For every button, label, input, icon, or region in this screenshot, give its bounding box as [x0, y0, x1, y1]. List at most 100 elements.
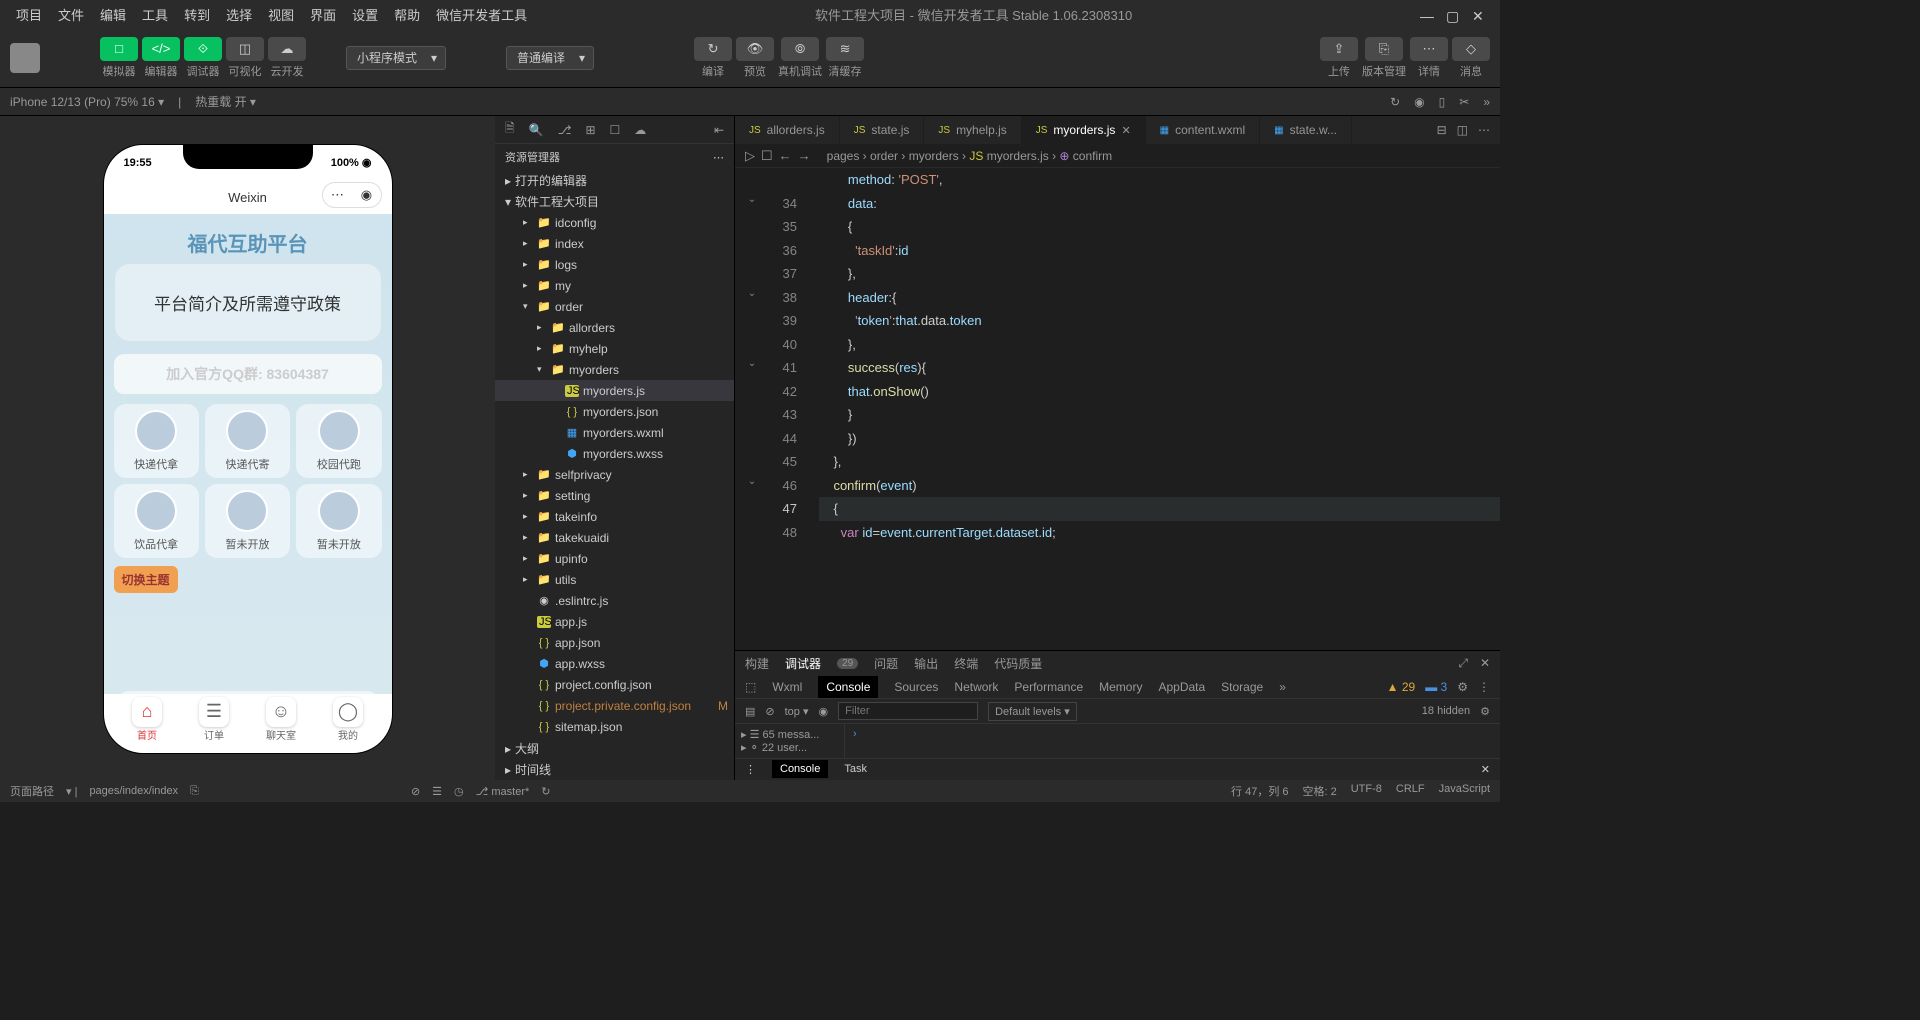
hot-reload[interactable]: 热重载 开 ▾: [195, 93, 256, 110]
encoding-info[interactable]: UTF-8: [1351, 783, 1382, 799]
theme-button[interactable]: 切换主题: [114, 566, 178, 593]
code-lines[interactable]: method: 'POST', data: { 'taskId':id }, h…: [809, 168, 1500, 650]
file-tree-item[interactable]: JSapp.js: [495, 611, 734, 632]
file-tree-item[interactable]: { }app.json: [495, 632, 734, 653]
expand-icon[interactable]: ⤢: [1458, 656, 1468, 671]
file-tree-item[interactable]: ▸📁utils: [495, 569, 734, 590]
service-cell[interactable]: 暂未开放: [205, 484, 290, 558]
settings-icon[interactable]: ⚙: [1480, 705, 1490, 718]
service-cell[interactable]: 校园代跑: [296, 404, 381, 478]
compile-select[interactable]: 普通编译: [506, 46, 594, 70]
menu-item[interactable]: 项目: [8, 5, 50, 24]
menu-item[interactable]: 工具: [134, 5, 176, 24]
editor-tab[interactable]: JSallorders.js: [735, 116, 840, 144]
drawer-menu-icon[interactable]: ⋮: [745, 763, 756, 776]
devtools-tab[interactable]: Performance: [1014, 680, 1083, 694]
clear-icon[interactable]: ⊘: [765, 705, 774, 718]
devtools-tab[interactable]: Storage: [1221, 680, 1263, 694]
service-cell[interactable]: 快递代拿: [114, 404, 199, 478]
devtools-tab[interactable]: AppData: [1158, 680, 1205, 694]
debug-tab[interactable]: 调试器: [785, 655, 821, 672]
menu-icon[interactable]: ⋮: [1478, 680, 1490, 694]
file-tree-item[interactable]: ▸📁idconfig: [495, 212, 734, 233]
console-output[interactable]: ›: [845, 724, 1500, 758]
phone-tab[interactable]: ◯我的: [333, 697, 363, 742]
compare-icon[interactable]: ⊟: [1437, 123, 1447, 137]
devtools-tab[interactable]: Network: [954, 680, 998, 694]
debug-tab[interactable]: 构建: [745, 655, 769, 672]
file-tree-item[interactable]: ▸📁takekuaidi: [495, 527, 734, 548]
mode-select[interactable]: 小程序模式: [346, 46, 446, 70]
toolbar-button[interactable]: ≋清缓存: [826, 37, 864, 79]
close-icon[interactable]: ✕: [1480, 656, 1490, 671]
open-editors-section[interactable]: ▸ 打开的编辑器: [495, 170, 734, 191]
toolbar-button[interactable]: </>编辑器: [142, 37, 180, 79]
capsule-button[interactable]: ⋯◉: [322, 182, 382, 208]
menu-item[interactable]: 视图: [260, 5, 302, 24]
bookmark-icon[interactable]: ☐: [761, 148, 773, 164]
toolbar-button[interactable]: ⦾真机调试: [778, 37, 822, 79]
git-branch[interactable]: ⎇ master*: [476, 785, 530, 798]
settings-icon[interactable]: ⚙: [1457, 680, 1468, 694]
file-tree-item[interactable]: ▸📁index: [495, 233, 734, 254]
devtools-tab[interactable]: Sources: [894, 680, 938, 694]
timeline-section[interactable]: ▸ 时间线: [495, 759, 734, 780]
toolbar-button[interactable]: ⇪上传: [1320, 37, 1358, 79]
drawer-tab[interactable]: Console: [772, 760, 828, 778]
split-icon[interactable]: ◫: [1457, 123, 1468, 137]
drawer-tab[interactable]: Task: [844, 763, 867, 775]
code-area[interactable]: ⌄⌄⌄⌄ 343536373839404142434445464748 meth…: [735, 168, 1500, 650]
file-tree-item[interactable]: ⬢app.wxss: [495, 653, 734, 674]
run-icon[interactable]: ▷: [745, 148, 755, 164]
devtools-tab[interactable]: Memory: [1099, 680, 1142, 694]
inspect-icon[interactable]: ⬚: [745, 680, 756, 694]
sidebar-toggle-icon[interactable]: ▤: [745, 705, 755, 718]
filter-input[interactable]: [838, 702, 978, 720]
menu-item[interactable]: 文件: [50, 5, 92, 24]
toolbar-button[interactable]: ⎘版本管理: [1362, 37, 1406, 79]
warning-count[interactable]: ▲ 29: [1387, 680, 1416, 694]
file-tree-item[interactable]: ▸📁selfprivacy: [495, 464, 734, 485]
service-cell[interactable]: 快递代寄: [205, 404, 290, 478]
copy-icon[interactable]: ⎘: [190, 785, 199, 798]
file-tree-item[interactable]: JSmyorders.js: [495, 380, 734, 401]
toolbar-button[interactable]: ⟐调试器: [184, 37, 222, 79]
file-tree-item[interactable]: ▸📁my: [495, 275, 734, 296]
toolbar-button[interactable]: ⋯详情: [1410, 37, 1448, 79]
ext-icon[interactable]: ⊞: [585, 123, 595, 137]
eye-icon[interactable]: ◉: [819, 705, 829, 718]
branch-icon[interactable]: ⎇: [558, 123, 572, 137]
debug-tab[interactable]: 终端: [954, 655, 978, 672]
menu-item[interactable]: 转到: [176, 5, 218, 24]
back-icon[interactable]: ←: [779, 148, 792, 163]
file-tree-item[interactable]: ▸📁logs: [495, 254, 734, 275]
db-icon[interactable]: ☐: [610, 123, 621, 137]
debug-tab[interactable]: 输出: [914, 655, 938, 672]
more-icon[interactable]: ⋯: [713, 151, 724, 164]
page-path[interactable]: pages/index/index: [89, 785, 178, 797]
devtools-tab[interactable]: Console: [818, 676, 878, 698]
file-tree-item[interactable]: ◉.eslintrc.js: [495, 590, 734, 611]
language-info[interactable]: JavaScript: [1439, 783, 1490, 799]
file-tree-item[interactable]: { }project.private.config.jsonM: [495, 695, 734, 716]
phone-tab[interactable]: ☺聊天室: [266, 697, 296, 742]
file-tree-item[interactable]: ▾📁order: [495, 296, 734, 317]
toolbar-button[interactable]: ↻编译: [694, 37, 732, 79]
file-tree-item[interactable]: { }myorders.json: [495, 401, 734, 422]
file-tree-item[interactable]: ▸📁myhelp: [495, 338, 734, 359]
editor-tab[interactable]: JSmyorders.js ✕: [1022, 116, 1146, 144]
devtools-tab[interactable]: Wxml: [772, 680, 802, 694]
service-cell[interactable]: 饮品代拿: [114, 484, 199, 558]
outline-section[interactable]: ▸ 大纲: [495, 738, 734, 759]
home-icon[interactable]: ◉: [1414, 95, 1424, 109]
editor-tab[interactable]: ▦state.w...: [1260, 116, 1352, 144]
file-tree-item[interactable]: { }project.config.json: [495, 674, 734, 695]
cloud-icon[interactable]: ☁: [634, 123, 646, 137]
breadcrumb-path[interactable]: pages › order › myorders › JS myorders.j…: [827, 149, 1113, 163]
file-tree-item[interactable]: { }sitemap.json: [495, 716, 734, 737]
maximize-icon[interactable]: ▢: [1446, 8, 1458, 20]
more-icon[interactable]: »: [1483, 95, 1490, 109]
fold-column[interactable]: ⌄⌄⌄⌄: [735, 168, 769, 650]
editor-tab[interactable]: JSmyhelp.js: [924, 116, 1021, 144]
menu-item[interactable]: 编辑: [92, 5, 134, 24]
